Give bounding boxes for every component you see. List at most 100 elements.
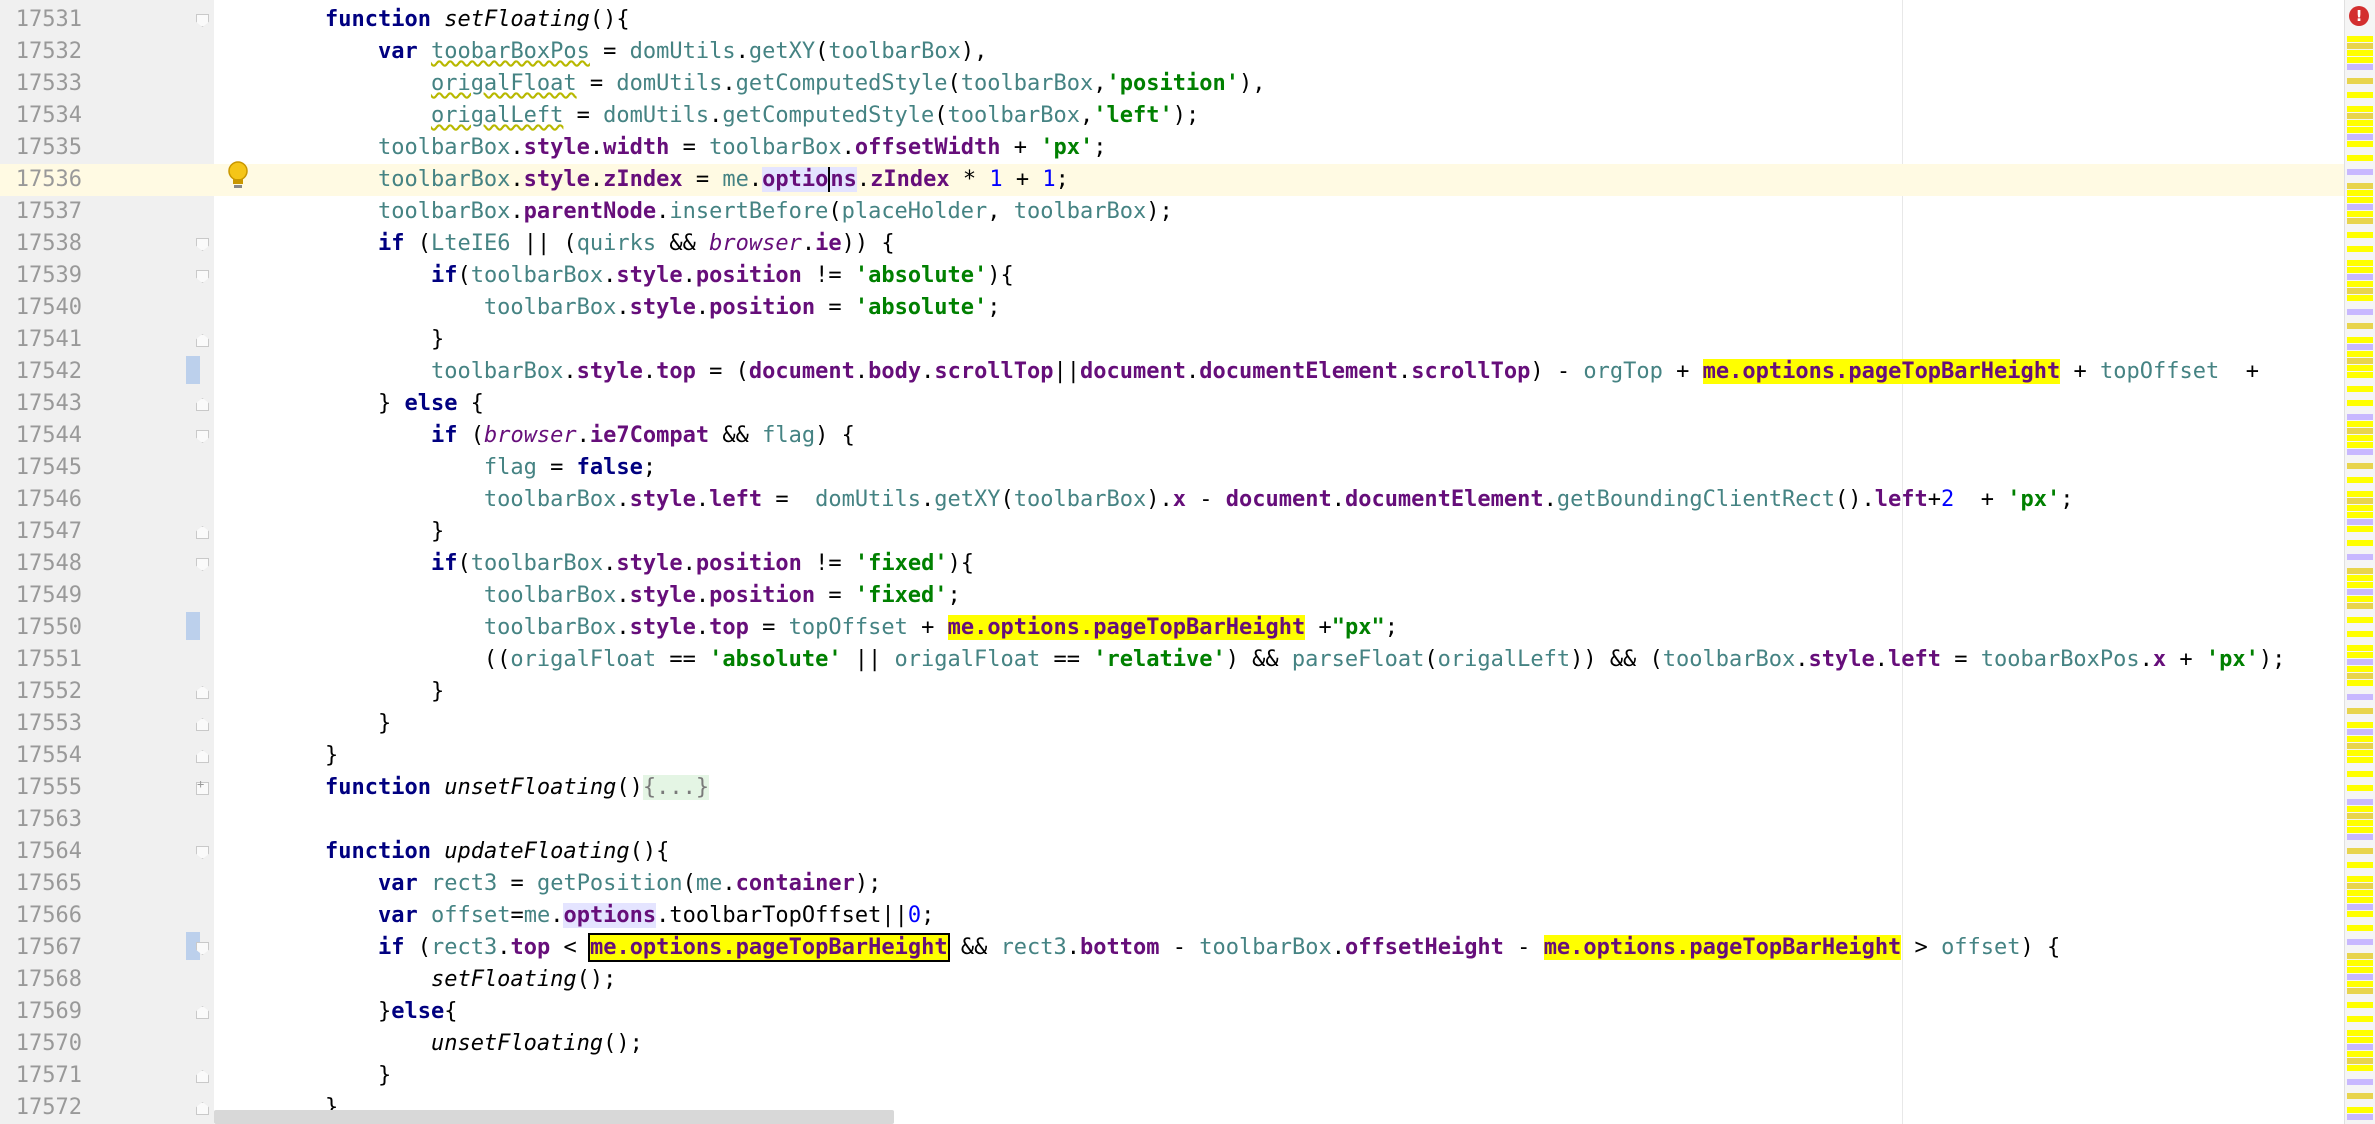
code-token: . [656,903,670,928]
code-token: domUtils [629,39,736,64]
code-line[interactable]: 17543 } else { [0,388,2345,420]
code-text[interactable]: if (LteIE6 || (quirks && browser.ie)) { [272,228,895,260]
code-line[interactable]: 17531 function setFloating(){ [0,4,2345,36]
code-text[interactable]: unsetFloating(); [272,1028,643,1060]
code-line[interactable]: 17544 if (browser.ie7Compat && flag) { [0,420,2345,452]
code-line[interactable]: 17551 ((origalFloat == 'absolute' || ori… [0,644,2345,676]
code-text[interactable]: toolbarBox.style.position = 'fixed'; [272,580,961,612]
code-line[interactable]: 17542 toolbarBox.style.top = (document.b… [0,356,2345,388]
code-text[interactable]: if(toolbarBox.style.position != 'absolut… [272,260,1014,292]
code-token: . [695,615,710,640]
code-text[interactable]: origalLeft = domUtils.getComputedStyle(t… [272,100,1199,132]
code-token: ; [921,903,935,928]
code-editor[interactable]: 17531 function setFloating(){17532 var t… [0,0,2375,1124]
code-line[interactable]: 17555 function unsetFloating(){...} [0,772,2345,804]
code-line[interactable]: 17565 var rect3 = getPosition(me.contain… [0,868,2345,900]
code-token: topOffset [2100,359,2220,384]
code-token: . [616,583,630,608]
code-text[interactable]: } [272,324,444,356]
code-line[interactable]: 17571 } [0,1060,2345,1092]
code-token: - [1185,487,1226,512]
code-token: documentElement [1199,359,1398,384]
change-marker[interactable] [186,356,200,384]
error-stripe [2347,449,2373,455]
error-stripe [2347,799,2373,805]
code-line[interactable]: 17566 var offset=me.options.toolbarTopOf… [0,900,2345,932]
error-stripe [2347,1044,2373,1050]
error-icon[interactable]: ! [2349,6,2369,26]
code-text[interactable]: } [272,740,338,772]
code-line[interactable]: 17563 [0,804,2345,836]
code-text[interactable]: if (rect3.top < me.options.pageTopBarHei… [272,932,2060,964]
code-text[interactable]: function setFloating(){ [272,4,630,36]
code-line[interactable]: 17569 }else{ [0,996,2345,1028]
code-text[interactable]: } [272,676,444,708]
code-text[interactable]: function unsetFloating(){...} [272,772,710,804]
code-token: body [868,359,922,384]
code-line[interactable]: 17538 if (LteIE6 || (quirks && browser.i… [0,228,2345,260]
fold-expand-icon[interactable] [196,777,209,795]
code-text[interactable]: toolbarBox.style.top = (document.body.sc… [272,356,2272,388]
code-line[interactable]: 17570 unsetFloating(); [0,1028,2345,1060]
code-token: . [682,551,696,576]
code-text[interactable]: var offset=me.options.toolbarTopOffset||… [272,900,934,932]
code-text[interactable]: var rect3 = getPosition(me.container); [272,868,881,900]
vertical-scrollbar[interactable]: ! [2344,0,2375,1124]
code-line[interactable]: 17534 origalLeft = domUtils.getComputedS… [0,100,2345,132]
code-line[interactable]: 17568 setFloating(); [0,964,2345,996]
code-line[interactable]: 17537 toolbarBox.parentNode.insertBefore… [0,196,2345,228]
code-token: , [987,199,1014,224]
code-line[interactable]: 17535 toolbarBox.style.width = toolbarBo… [0,132,2345,164]
code-text[interactable]: } [272,1060,391,1092]
code-text[interactable]: if (browser.ie7Compat && flag) { [272,420,855,452]
code-line[interactable]: 17546 toolbarBox.style.left = domUtils.g… [0,484,2345,516]
code-text[interactable]: } [272,516,444,548]
code-text[interactable]: if(toolbarBox.style.position != 'fixed')… [272,548,974,580]
code-text[interactable]: function updateFloating(){ [272,836,669,868]
code-token: == [1040,647,1094,672]
code-line[interactable]: 17564 function updateFloating(){ [0,836,2345,868]
code-line[interactable]: 17536 toolbarBox.style.zIndex = me.optio… [0,164,2345,196]
error-stripe [2347,78,2373,84]
code-text[interactable]: flag = false; [272,452,656,484]
code-line[interactable]: 17548 if(toolbarBox.style.position != 'f… [0,548,2345,580]
code-line[interactable]: 17545 flag = false; [0,452,2345,484]
code-line[interactable]: 17567 if (rect3.top < me.options.pageTop… [0,932,2345,964]
code-text[interactable]: origalFloat = domUtils.getComputedStyle(… [272,68,1266,100]
code-text[interactable]: toolbarBox.style.zIndex = me.options.zIn… [272,164,1069,196]
lightbulb-icon[interactable] [225,160,251,190]
code-token: + [2166,647,2206,672]
code-token: . [616,295,630,320]
code-token: position [695,551,802,576]
code-text[interactable]: toolbarBox.style.width = toolbarBox.offs… [272,132,1107,164]
code-text[interactable]: toolbarBox.style.top = topOffset + me.op… [272,612,1398,644]
code-line[interactable]: 17541 } [0,324,2345,356]
code-line[interactable]: 17552 } [0,676,2345,708]
code-line[interactable]: 17532 var toobarBoxPos = domUtils.getXY(… [0,36,2345,68]
code-text[interactable]: toolbarBox.parentNode.insertBefore(place… [272,196,1173,228]
code-line[interactable]: 17554 } [0,740,2345,772]
code-text[interactable]: } else { [272,388,484,420]
code-text[interactable]: setFloating(); [272,964,616,996]
code-text[interactable]: toolbarBox.style.left = domUtils.getXY(t… [272,484,2074,516]
code-token: var [377,871,418,896]
code-line[interactable]: 17540 toolbarBox.style.position = 'absol… [0,292,2345,324]
code-line[interactable]: 17539 if(toolbarBox.style.position != 'a… [0,260,2345,292]
code-line[interactable]: 17550 toolbarBox.style.top = topOffset +… [0,612,2345,644]
code-token: ( [828,199,842,224]
horizontal-scrollbar-thumb[interactable] [214,1110,894,1124]
code-text[interactable]: var toobarBoxPos = domUtils.getXY(toolba… [272,36,987,68]
code-text[interactable]: toolbarBox.style.position = 'absolute'; [272,292,1001,324]
code-line[interactable]: 17553 } [0,708,2345,740]
code-token: flag [762,423,816,448]
code-text[interactable]: ((origalFloat == 'absolute' || origalFlo… [272,644,2285,676]
code-text[interactable]: } [272,708,391,740]
code-text[interactable]: }else{ [272,996,458,1028]
code-line[interactable]: 17547 } [0,516,2345,548]
code-line[interactable]: 17549 toolbarBox.style.position = 'fixed… [0,580,2345,612]
code-line[interactable]: 17533 origalFloat = domUtils.getComputed… [0,68,2345,100]
change-marker[interactable] [186,612,200,640]
